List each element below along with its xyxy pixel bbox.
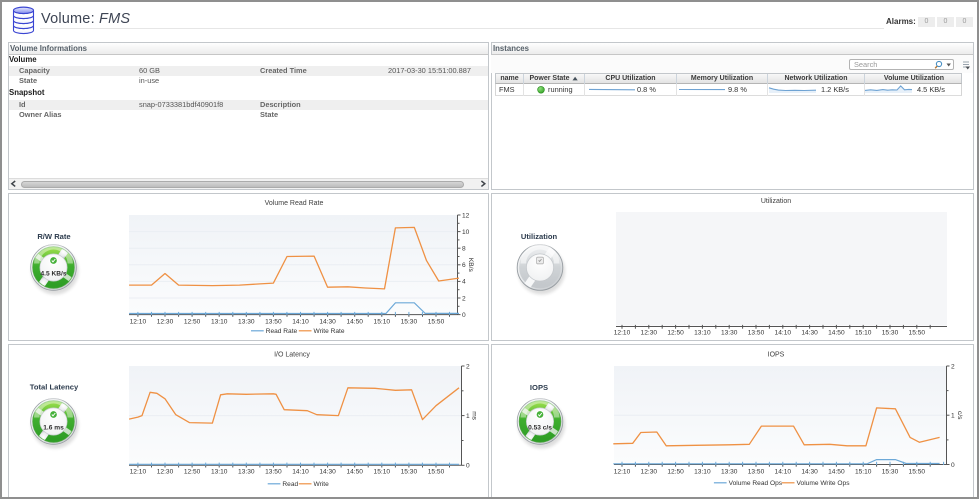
svg-text:13:10: 13:10	[694, 330, 711, 337]
svg-text:13:30: 13:30	[238, 469, 255, 476]
svg-text:I/O Latency: I/O Latency	[274, 352, 310, 359]
svg-text:15:10: 15:10	[855, 469, 872, 476]
svg-text:12:10: 12:10	[130, 469, 147, 476]
svg-text:13:10: 13:10	[211, 319, 228, 326]
svg-text:15:10: 15:10	[374, 319, 391, 326]
svg-text:12:30: 12:30	[157, 319, 174, 326]
svg-text:13:50: 13:50	[748, 469, 765, 476]
svg-text:15:50: 15:50	[909, 469, 926, 476]
svg-text:0: 0	[466, 463, 470, 470]
svg-text:Total Latency: Total Latency	[30, 383, 79, 392]
svg-text:KB/s: KB/s	[467, 258, 474, 273]
svg-text:12:30: 12:30	[157, 469, 174, 476]
svg-text:14:50: 14:50	[346, 469, 363, 476]
svg-text:Volume Read Ops: Volume Read Ops	[729, 480, 783, 487]
svg-text:14:50: 14:50	[828, 330, 845, 337]
svg-text:12:50: 12:50	[667, 469, 684, 476]
svg-text:13:50: 13:50	[265, 319, 282, 326]
svg-text:12:50: 12:50	[184, 469, 201, 476]
svg-text:Utilization: Utilization	[521, 232, 558, 241]
svg-text:14:10: 14:10	[292, 469, 309, 476]
svg-text:2: 2	[951, 363, 955, 370]
svg-text:15:50: 15:50	[428, 319, 445, 326]
svg-text:Write Rate: Write Rate	[314, 328, 345, 335]
svg-text:15:30: 15:30	[882, 469, 899, 476]
svg-text:ms: ms	[471, 411, 478, 420]
svg-text:10: 10	[462, 229, 470, 236]
svg-text:4: 4	[462, 279, 466, 286]
svg-text:0: 0	[951, 462, 955, 469]
svg-text:IOPS: IOPS	[768, 352, 785, 359]
svg-text:1: 1	[951, 413, 955, 420]
svg-text:4.5 KB/s: 4.5 KB/s	[40, 271, 66, 278]
svg-text:1.6 ms: 1.6 ms	[43, 425, 64, 432]
svg-text:13:30: 13:30	[238, 319, 255, 326]
svg-text:2: 2	[462, 295, 466, 302]
svg-text:12:50: 12:50	[184, 319, 201, 326]
svg-text:8: 8	[462, 246, 466, 253]
svg-text:15:10: 15:10	[374, 469, 391, 476]
svg-text:12:10: 12:10	[614, 330, 631, 337]
svg-text:Utilization: Utilization	[761, 198, 791, 205]
svg-text:15:50: 15:50	[428, 469, 445, 476]
svg-text:13:50: 13:50	[265, 469, 282, 476]
svg-text:13:50: 13:50	[748, 330, 765, 337]
svg-text:13:10: 13:10	[211, 469, 228, 476]
svg-text:15:50: 15:50	[909, 330, 926, 337]
svg-text:13:30: 13:30	[721, 330, 738, 337]
svg-text:R/W Rate: R/W Rate	[37, 232, 70, 241]
svg-text:0.53 c/s: 0.53 c/s	[528, 425, 552, 432]
svg-text:15:30: 15:30	[882, 330, 899, 337]
svg-text:15:30: 15:30	[401, 319, 418, 326]
svg-text:0: 0	[462, 312, 466, 319]
svg-text:c/s: c/s	[956, 411, 963, 420]
svg-text:13:10: 13:10	[694, 469, 711, 476]
svg-text:12:30: 12:30	[641, 330, 658, 337]
svg-text:14:10: 14:10	[775, 330, 792, 337]
svg-text:1: 1	[466, 413, 470, 420]
svg-text:14:10: 14:10	[775, 469, 792, 476]
svg-text:14:30: 14:30	[319, 319, 336, 326]
svg-text:14:30: 14:30	[801, 330, 818, 337]
svg-text:2: 2	[466, 363, 470, 370]
svg-text:Read: Read	[282, 481, 298, 488]
svg-text:12: 12	[462, 212, 470, 219]
svg-text:15:30: 15:30	[401, 469, 418, 476]
svg-text:Volume Read Rate: Volume Read Rate	[265, 200, 324, 207]
svg-text:12:50: 12:50	[667, 330, 684, 337]
svg-text:IOPS: IOPS	[530, 383, 548, 392]
svg-text:Read Rate: Read Rate	[266, 328, 298, 335]
svg-text:12:30: 12:30	[641, 469, 658, 476]
svg-text:14:50: 14:50	[828, 469, 845, 476]
svg-text:14:10: 14:10	[292, 319, 309, 326]
svg-text:12:10: 12:10	[130, 319, 147, 326]
svg-text:14:30: 14:30	[319, 469, 336, 476]
svg-text:Write: Write	[314, 481, 330, 488]
svg-text:Volume Write Ops: Volume Write Ops	[797, 480, 851, 487]
svg-text:6: 6	[462, 262, 466, 269]
svg-text:14:50: 14:50	[346, 319, 363, 326]
svg-text:12:10: 12:10	[614, 469, 631, 476]
svg-text:15:10: 15:10	[855, 330, 872, 337]
svg-text:13:30: 13:30	[721, 469, 738, 476]
svg-text:14:30: 14:30	[801, 469, 818, 476]
